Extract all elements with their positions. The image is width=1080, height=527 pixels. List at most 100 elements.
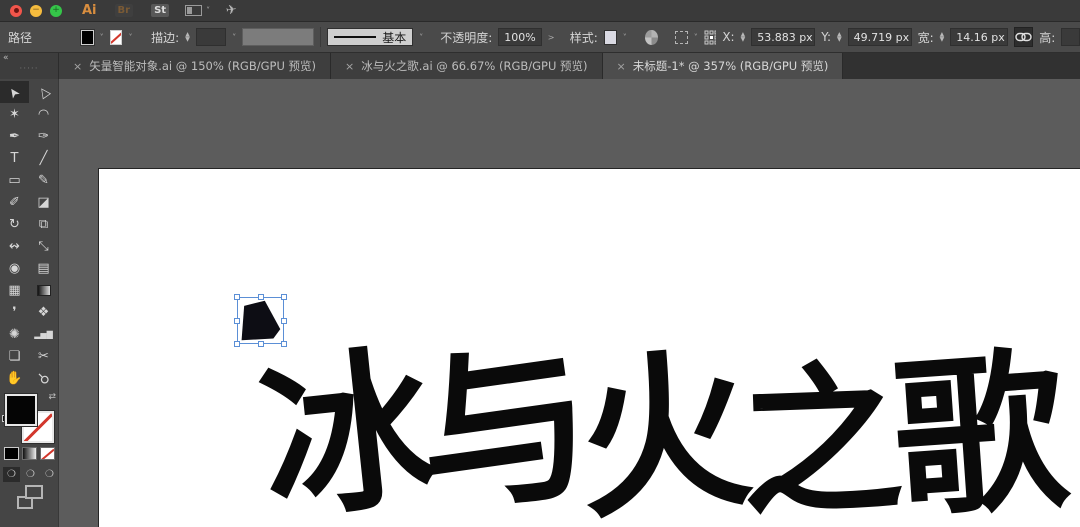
direct-selection-tool[interactable]: ▷ xyxy=(29,81,58,103)
stock-icon[interactable]: St xyxy=(151,4,170,17)
gradient-button[interactable] xyxy=(22,447,37,460)
slice-tool[interactable]: ✂ xyxy=(29,345,58,367)
width-tool[interactable]: ↭ xyxy=(0,235,29,257)
selection-handle-s[interactable] xyxy=(257,341,264,347)
swap-fill-stroke-icon[interactable]: ⇄ xyxy=(48,392,56,402)
isolate-selection-icon[interactable] xyxy=(674,30,688,44)
minimize-window-button[interactable]: − xyxy=(30,4,42,17)
rotate-tool[interactable]: ↻ xyxy=(0,213,29,235)
tool-grid: ➤ ▷ ✶ ◠ ✒ ✑ T ╱ ▭ ✎ ✐ ◪ ↻ ⧉ ↭ ⤡ ◉ ▤ ▦ ❜ … xyxy=(0,79,58,389)
opacity-field[interactable]: 100% xyxy=(498,28,542,46)
fill-color-swatch[interactable] xyxy=(79,28,95,46)
change-screen-mode-icon[interactable] xyxy=(17,485,43,509)
perspective-grid-tool[interactable]: ▤ xyxy=(29,257,58,279)
fullscreen-window-button[interactable]: + xyxy=(50,4,62,17)
draw-behind-mode-icon[interactable]: ❍ xyxy=(22,467,39,482)
selection-handle-sw[interactable] xyxy=(234,341,240,347)
document-tab-1[interactable]: × 矢量智能对象.ai @ 150% (RGB/GPU 预览) xyxy=(59,53,332,79)
constrain-proportions-button[interactable] xyxy=(1014,27,1034,47)
pen-tool[interactable]: ✒ xyxy=(0,125,29,147)
height-field[interactable] xyxy=(1061,28,1080,46)
free-transform-tool[interactable]: ⤡ xyxy=(29,235,58,257)
width-stepper[interactable]: ▲ ▼ xyxy=(940,32,945,43)
magic-wand-tool[interactable]: ✶ xyxy=(0,103,29,125)
artboard[interactable]: 冰 与 火 之 歌 xyxy=(98,168,1080,527)
type-tool[interactable]: T xyxy=(0,147,29,169)
artwork-character-1[interactable]: 冰 xyxy=(252,328,430,527)
paintbrush-tool[interactable]: ✎ xyxy=(29,169,58,191)
isolate-chevron-icon[interactable]: ˅ xyxy=(694,33,698,42)
document-tab-bar: « ····· × 矢量智能对象.ai @ 150% (RGB/GPU 预览) … xyxy=(0,53,1080,79)
close-window-button[interactable] xyxy=(10,4,22,17)
close-tab-icon[interactable]: × xyxy=(73,60,82,73)
artwork-character-4[interactable]: 之 xyxy=(738,346,893,527)
selection-handle-se[interactable] xyxy=(281,341,287,347)
reference-point-icon[interactable] xyxy=(704,30,717,45)
rectangle-tool[interactable]: ▭ xyxy=(0,169,29,191)
close-tab-icon[interactable]: × xyxy=(617,60,626,73)
workspace-switcher[interactable]: ˅ xyxy=(185,5,210,16)
rectangle-tool-icon: ▭ xyxy=(8,172,21,188)
draw-normal-mode-icon[interactable]: ❍ xyxy=(3,467,20,482)
recolor-artwork-icon[interactable] xyxy=(645,29,658,45)
shaper-tool[interactable]: ✐ xyxy=(0,191,29,213)
symbol-sprayer-tool-icon: ✺ xyxy=(9,326,20,342)
x-stepper[interactable]: ▲ ▼ xyxy=(741,32,746,43)
stroke-weight-field[interactable] xyxy=(195,28,227,46)
zoom-tool[interactable]: ⚲ xyxy=(29,367,58,389)
blend-tool[interactable]: ❖ xyxy=(29,301,58,323)
stroke-color-swatch[interactable] xyxy=(109,29,123,45)
brush-definition-dropdown[interactable]: 基本 xyxy=(327,28,414,46)
canvas[interactable]: 冰 与 火 之 歌 xyxy=(59,79,1080,527)
close-tab-icon[interactable]: × xyxy=(345,60,354,73)
artboard-tool[interactable]: ❏ xyxy=(0,345,29,367)
selection-overlay[interactable] xyxy=(234,294,287,347)
lasso-tool[interactable]: ◠ xyxy=(29,103,58,125)
fill-swatch[interactable] xyxy=(4,393,38,427)
gradient-tool-icon xyxy=(36,284,51,296)
symbol-sprayer-tool[interactable]: ✺ xyxy=(0,323,29,345)
shape-builder-tool[interactable]: ◉ xyxy=(0,257,29,279)
brush-chevron-icon[interactable]: ˅ xyxy=(419,33,423,42)
selection-handle-ne[interactable] xyxy=(281,294,287,300)
none-button[interactable] xyxy=(40,447,55,460)
selection-handle-w[interactable] xyxy=(234,317,240,324)
bridge-icon[interactable]: Br xyxy=(114,4,134,17)
selection-handle-nw[interactable] xyxy=(234,294,240,300)
share-icon[interactable]: ✈ xyxy=(225,2,238,18)
color-button[interactable] xyxy=(4,447,19,460)
scale-tool[interactable]: ⧉ xyxy=(29,213,58,235)
selection-handle-n[interactable] xyxy=(257,294,264,300)
artwork-character-5[interactable]: 歌 xyxy=(887,331,1059,527)
fill-chevron-icon[interactable]: ˅ xyxy=(100,33,104,42)
line-segment-tool[interactable]: ╱ xyxy=(29,147,58,169)
collapse-panel-icon[interactable]: « xyxy=(3,53,9,63)
stroke-chevron-icon[interactable]: ˅ xyxy=(128,33,132,42)
selection-handle-e[interactable] xyxy=(281,317,287,324)
curvature-tool[interactable]: ✑ xyxy=(29,125,58,147)
style-swatch[interactable] xyxy=(603,29,617,45)
eyedropper-tool[interactable]: ❜ xyxy=(0,301,29,323)
column-graph-tool[interactable]: ▂▅▇ xyxy=(29,323,58,345)
gradient-tool[interactable] xyxy=(29,279,58,301)
style-chevron-icon[interactable]: ˅ xyxy=(623,33,627,42)
draw-inside-mode-icon[interactable]: ❍ xyxy=(41,467,58,482)
artwork-lettering[interactable]: 冰 与 火 之 歌 xyxy=(252,321,1059,527)
document-tab-2[interactable]: × 冰与火之歌.ai @ 66.67% (RGB/GPU 预览) xyxy=(331,53,603,79)
y-field[interactable]: 49.719 px xyxy=(847,28,912,46)
stroke-weight-chevron-icon[interactable]: ˅ xyxy=(232,33,236,42)
width-field[interactable]: 14.16 px xyxy=(950,28,1009,46)
artwork-character-3[interactable]: 火 xyxy=(569,329,744,527)
x-field[interactable]: 53.883 px xyxy=(751,28,816,46)
height-label: 高: xyxy=(1039,30,1056,45)
panel-grip-icon[interactable]: ····· xyxy=(19,64,38,74)
selection-tool[interactable]: ➤ xyxy=(0,81,29,103)
opacity-submenu-arrow-icon[interactable]: > xyxy=(548,33,555,42)
stroke-weight-stepper[interactable]: ▲ ▼ xyxy=(185,32,190,43)
y-stepper[interactable]: ▲ ▼ xyxy=(837,32,842,43)
hand-tool[interactable]: ✋ xyxy=(0,367,29,389)
document-tab-3-active[interactable]: × 未标题-1* @ 357% (RGB/GPU 预览) xyxy=(602,53,844,79)
mesh-tool[interactable]: ▦ xyxy=(0,279,29,301)
artwork-character-2[interactable]: 与 xyxy=(406,321,590,527)
eraser-tool[interactable]: ◪ xyxy=(29,191,58,213)
